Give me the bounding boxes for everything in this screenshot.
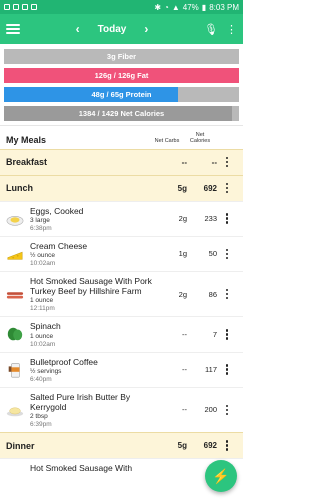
food-carbs: 2g — [178, 214, 187, 224]
notification-icon — [13, 4, 19, 10]
more-vert-icon[interactable] — [217, 364, 237, 375]
food-carbs: -- — [182, 329, 187, 339]
food-name: Eggs, Cooked — [30, 205, 84, 216]
meal-section-lunch[interactable]: Lunch 5g 692 — [0, 174, 243, 201]
notification-icon — [4, 4, 10, 10]
food-calories: 233 — [204, 214, 217, 224]
cheese-icon — [7, 251, 23, 260]
food-item[interactable]: Eggs, Cooked 3 large 6:38pm 2g 233 — [0, 200, 243, 236]
more-vert-icon[interactable] — [217, 248, 237, 260]
net-calories-col-header: Net Calories — [185, 132, 215, 145]
protein-label: 48g / 65g Protein — [91, 90, 152, 99]
food-time: 6:40pm — [30, 375, 52, 383]
food-quantity: ½ ounce — [30, 252, 55, 259]
coffee-icon — [8, 363, 20, 378]
meal-calories: 692 — [203, 183, 217, 193]
meal-section-breakfast[interactable]: Breakfast -- -- — [0, 148, 243, 175]
food-item[interactable]: Salted Pure Irish Butter By Kerrygold 2 … — [0, 386, 243, 432]
food-calories: 200 — [204, 405, 217, 415]
more-vert-icon[interactable] — [217, 182, 237, 194]
food-quantity: 3 large — [30, 216, 50, 224]
food-time: 10:02am — [30, 340, 56, 348]
food-carbs: 1g — [178, 249, 187, 259]
fiber-label: 3g Fiber — [106, 52, 137, 61]
more-vert-icon[interactable] — [217, 288, 237, 300]
app-bar: ‹ Today › 🎙 ⋮ — [0, 14, 243, 44]
sausage-icon — [6, 292, 24, 299]
protein-bar[interactable]: 48g / 65g Protein — [4, 87, 239, 102]
food-name: Spinach — [30, 321, 61, 332]
macro-bars: 3g Fiber 126g / 126g Fat 48g / 65g Prote… — [0, 44, 243, 121]
bluetooth-icon: ✱ — [154, 2, 162, 12]
calories-bar[interactable]: 1384 / 1429 Net Calories — [4, 106, 239, 121]
food-time: 6:38pm — [30, 224, 52, 232]
food-time: 6:39pm — [30, 421, 52, 429]
quick-add-button[interactable]: ⚡ — [205, 460, 237, 492]
more-vert-icon[interactable]: ⋮ — [226, 23, 237, 36]
clock: 8:03 PM — [209, 2, 239, 12]
food-name: Salted Pure Irish Butter By Kerrygold — [30, 391, 131, 412]
menu-icon[interactable] — [6, 22, 20, 36]
notification-icon — [22, 4, 28, 10]
food-quantity: 2 tbsp — [30, 413, 48, 421]
net-calories-col-line2: Calories — [189, 138, 211, 145]
food-quantity: 1 ounce — [30, 332, 54, 340]
meal-calories: 692 — [203, 441, 217, 451]
more-vert-icon[interactable] — [217, 213, 237, 224]
chevron-left-icon[interactable]: ‹ — [76, 22, 80, 36]
date-label[interactable]: Today — [98, 24, 127, 35]
microphone-icon[interactable]: 🎙 — [204, 23, 218, 36]
date-nav: ‹ Today › — [20, 22, 204, 36]
meals-title: My Meals — [6, 134, 47, 145]
meal-section-dinner[interactable]: Dinner 5g 692 — [0, 432, 243, 459]
battery-icon: ▮ — [201, 2, 207, 12]
more-vert-icon[interactable] — [217, 440, 237, 451]
food-time: 10:02am — [30, 260, 56, 267]
food-carbs: -- — [182, 405, 187, 415]
status-bar: ✱ ◔ ▲ 47% ▮ 8:03 PM — [0, 0, 243, 14]
food-item[interactable]: Spinach 1 ounce 10:02am -- 7 — [0, 316, 243, 351]
fiber-bar[interactable]: 3g Fiber — [4, 49, 239, 64]
meal-carbs: 5g — [177, 183, 187, 193]
food-carbs: -- — [182, 365, 187, 375]
fat-bar[interactable]: 126g / 126g Fat — [4, 68, 239, 83]
spinach-icon — [7, 328, 23, 341]
meal-name: Lunch — [6, 183, 33, 194]
food-name: Cream Cheese — [30, 240, 88, 251]
food-item[interactable]: Hot Smoked Sausage With Pork Turkey Beef… — [0, 271, 243, 316]
meal-name: Dinner — [6, 440, 35, 451]
food-time: 12:11pm — [30, 305, 55, 313]
food-item[interactable]: Bulletproof Coffee ½ servings 6:40pm -- … — [0, 351, 243, 387]
more-vert-icon[interactable] — [217, 329, 237, 340]
meals-header: My Meals Net Carbs Net Calories — [0, 125, 243, 149]
signal-icon: ▲ — [171, 2, 180, 12]
food-calories: 50 — [208, 249, 217, 259]
food-carbs: 2g — [178, 289, 187, 299]
mail-icon — [31, 4, 37, 10]
meal-carbs: -- — [181, 157, 187, 167]
food-calories: 86 — [208, 289, 217, 299]
food-calories: 7 — [212, 329, 217, 339]
food-calories: 117 — [205, 365, 217, 375]
more-vert-icon[interactable] — [217, 404, 237, 416]
battery-percent: 47% — [182, 2, 199, 12]
chevron-right-icon[interactable]: › — [144, 22, 148, 36]
net-carbs-col-header: Net Carbs — [154, 138, 180, 145]
food-quantity: ½ servings — [30, 367, 62, 375]
butter-icon — [6, 407, 24, 417]
wifi-icon: ◔ — [164, 2, 169, 12]
more-vert-icon[interactable] — [217, 156, 237, 168]
lightning-icon: ⚡ — [212, 467, 230, 484]
food-name: Hot Smoked Sausage With Pork Turkey Beef… — [30, 276, 152, 297]
eggs-icon — [6, 215, 24, 226]
meal-carbs: 5g — [177, 441, 187, 451]
food-name: Bulletproof Coffee — [30, 356, 98, 367]
food-quantity: 1 ounce — [30, 297, 54, 305]
fat-label: 126g / 126g Fat — [94, 71, 149, 80]
meal-calories: -- — [211, 157, 217, 167]
food-item[interactable]: Cream Cheese ½ ounce 10:02am 1g 50 — [0, 235, 243, 271]
calories-label: 1384 / 1429 Net Calories — [78, 109, 165, 118]
meal-name: Breakfast — [6, 157, 48, 168]
